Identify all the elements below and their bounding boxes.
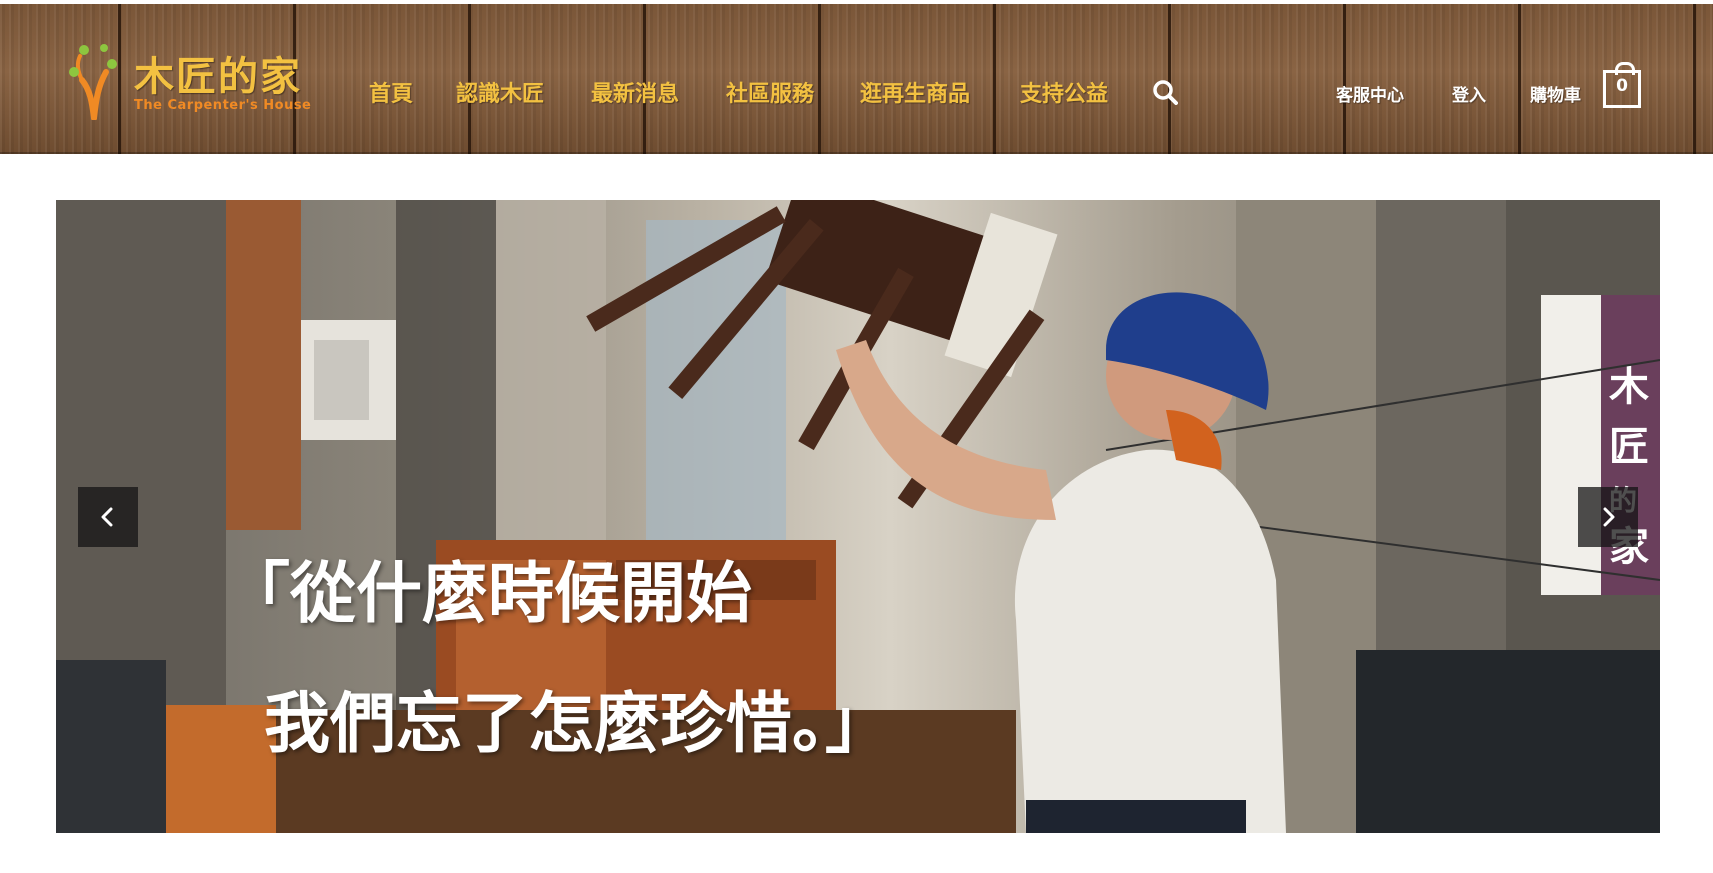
nav-item-home[interactable]: 首頁 bbox=[369, 76, 413, 108]
site-header: 木匠的家 The Carpenter's House 首頁 認識木匠 最新消息 … bbox=[0, 4, 1713, 154]
nav-item-support[interactable]: 支持公益 bbox=[1020, 76, 1108, 108]
logo-name: 木匠的家 bbox=[134, 53, 302, 100]
hero-quote-line-2: 我們忘了怎麼珍惜。」 bbox=[264, 684, 891, 762]
svg-text:匠: 匠 bbox=[1609, 423, 1649, 470]
svg-text:木: 木 bbox=[1609, 363, 1649, 410]
cart-link[interactable]: 購物車 bbox=[1530, 81, 1581, 106]
nav-item-community[interactable]: 社區服務 bbox=[726, 76, 814, 108]
login-link[interactable]: 登入 bbox=[1452, 81, 1486, 106]
nav-item-shop[interactable]: 逛再生商品 bbox=[860, 76, 970, 108]
cart-count-badge[interactable]: 0 bbox=[1603, 62, 1641, 108]
nav-item-news[interactable]: 最新消息 bbox=[591, 76, 679, 108]
slider-next-button[interactable] bbox=[1578, 487, 1638, 547]
hero-slider: 木 匠 的 家 bbox=[56, 200, 1660, 833]
chevron-left-icon bbox=[101, 507, 113, 527]
slider-prev-button[interactable] bbox=[78, 487, 138, 547]
customer-service-link[interactable]: 客服中心 bbox=[1336, 81, 1404, 106]
site-logo[interactable]: 木匠的家 The Carpenter's House bbox=[68, 40, 328, 126]
search-icon[interactable] bbox=[1152, 79, 1178, 105]
nav-item-about[interactable]: 認識木匠 bbox=[456, 76, 544, 108]
tree-logo-icon bbox=[69, 44, 117, 120]
bag-handle-icon bbox=[1615, 62, 1635, 75]
cart-count: 0 bbox=[1616, 76, 1628, 96]
hero-quote-line-1: 「從什麼時候開始 bbox=[224, 554, 752, 632]
chevron-right-icon bbox=[1603, 507, 1615, 527]
logo-subtitle: The Carpenter's House bbox=[134, 98, 312, 113]
